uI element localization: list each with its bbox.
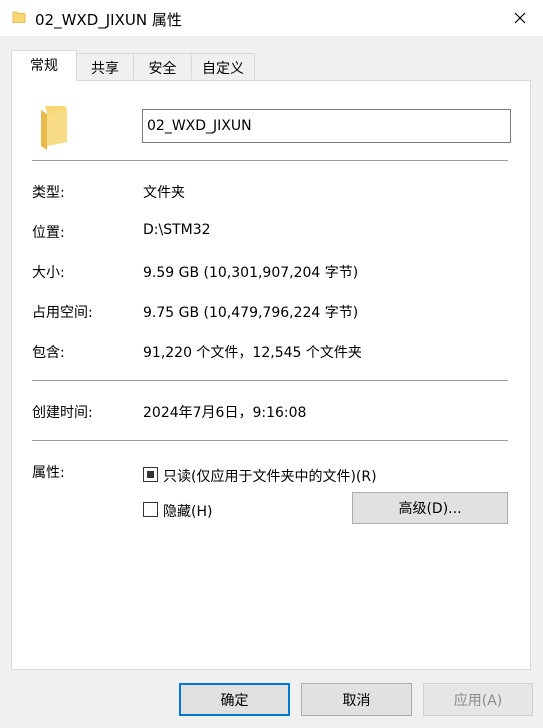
folder-name-input[interactable]	[142, 109, 511, 143]
location-value: D:\STM32	[143, 222, 211, 238]
separator	[32, 160, 508, 161]
contains-value: 91,220 个文件，12,545 个文件夹	[143, 345, 362, 361]
window-title: 02_WXD_JIXUN 属性	[35, 11, 182, 29]
readonly-checkbox[interactable]	[143, 467, 158, 482]
large-folder-icon	[39, 102, 69, 154]
tab-sharing[interactable]: 共享	[76, 53, 134, 79]
created-value: 2024年7月6日，9:16:08	[143, 405, 307, 421]
size-label: 大小:	[32, 265, 65, 281]
size-on-disk-value: 9.75 GB (10,479,796,224 字节)	[143, 305, 359, 321]
size-on-disk-label: 占用空间:	[32, 305, 93, 321]
created-label: 创建时间:	[32, 405, 93, 421]
type-label: 类型:	[32, 185, 65, 201]
separator	[32, 380, 508, 381]
title-bar: 02_WXD_JIXUN 属性	[0, 0, 543, 36]
general-panel	[11, 80, 531, 670]
location-label: 位置:	[32, 225, 65, 241]
readonly-label[interactable]: 只读(仅应用于文件夹中的文件)(R)	[163, 466, 377, 486]
apply-button[interactable]: 应用(A)	[423, 683, 533, 716]
size-value: 9.59 GB (10,301,907,204 字节)	[143, 265, 359, 281]
tab-customize[interactable]: 自定义	[191, 53, 255, 79]
close-button[interactable]	[497, 0, 543, 36]
ok-button[interactable]: 确定	[179, 683, 290, 716]
indeterminate-mark	[147, 471, 154, 478]
folder-icon	[12, 10, 26, 28]
type-value: 文件夹	[143, 185, 185, 201]
hidden-checkbox[interactable]	[143, 502, 158, 517]
advanced-button[interactable]: 高级(D)...	[352, 492, 508, 524]
cancel-button[interactable]: 取消	[301, 683, 412, 716]
separator	[32, 440, 508, 441]
tab-general[interactable]: 常规	[11, 50, 77, 81]
hidden-label[interactable]: 隐藏(H)	[163, 501, 212, 521]
contains-label: 包含:	[32, 345, 65, 361]
close-icon	[514, 12, 526, 24]
attributes-label: 属性:	[32, 465, 65, 481]
tab-security[interactable]: 安全	[133, 53, 192, 79]
